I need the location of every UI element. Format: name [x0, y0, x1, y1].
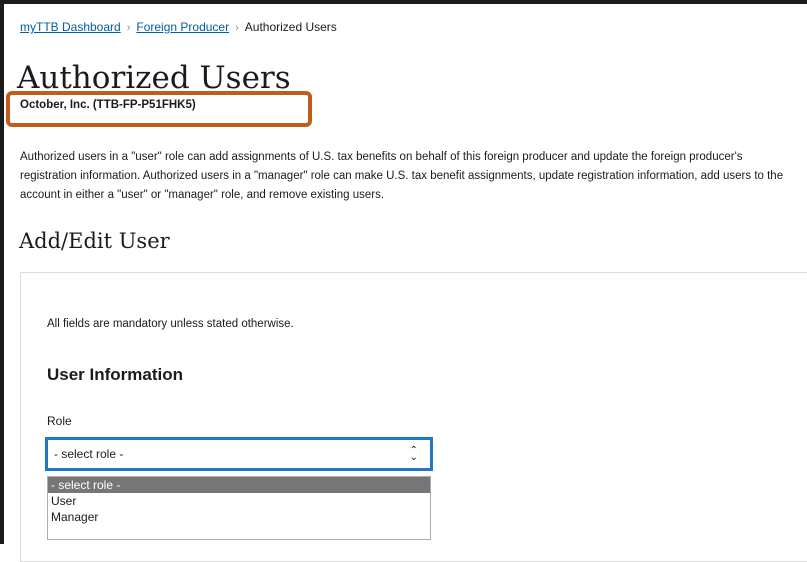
window-frame-left [0, 0, 4, 544]
role-select[interactable]: - select role - ⌃ ⌄ [45, 437, 433, 471]
role-select-value: - select role - [54, 447, 124, 461]
role-option-select[interactable]: - select role - [48, 477, 430, 493]
breadcrumb-current: Authorized Users [244, 20, 337, 34]
user-information-heading: User Information [47, 365, 184, 384]
role-option-user[interactable]: User [48, 493, 430, 509]
chevron-right-icon: › [235, 22, 239, 34]
role-option-manager[interactable]: Manager [48, 509, 430, 525]
breadcrumb: myTTB Dashboard › Foreign Producer › Authori… [20, 20, 337, 34]
intro-text: Authorized users in a "user" role can ad… [20, 151, 784, 201]
section-title: Add/Edit User [19, 229, 170, 253]
role-dropdown-list: - select role - User Manager [47, 476, 431, 540]
breadcrumb-link-foreign-producer[interactable]: Foreign Producer [136, 20, 229, 34]
mandatory-note: All fields are mandatory unless stated o… [47, 318, 294, 330]
role-label: Role [47, 414, 72, 428]
chevron-right-icon: › [126, 22, 131, 34]
highlight-annotation [6, 91, 312, 127]
breadcrumb-link-dashboard[interactable]: myTTB Dashboard [20, 20, 121, 34]
up-down-chevron-icon: ⌃ ⌄ [409, 445, 418, 463]
window-frame-top [0, 0, 807, 4]
